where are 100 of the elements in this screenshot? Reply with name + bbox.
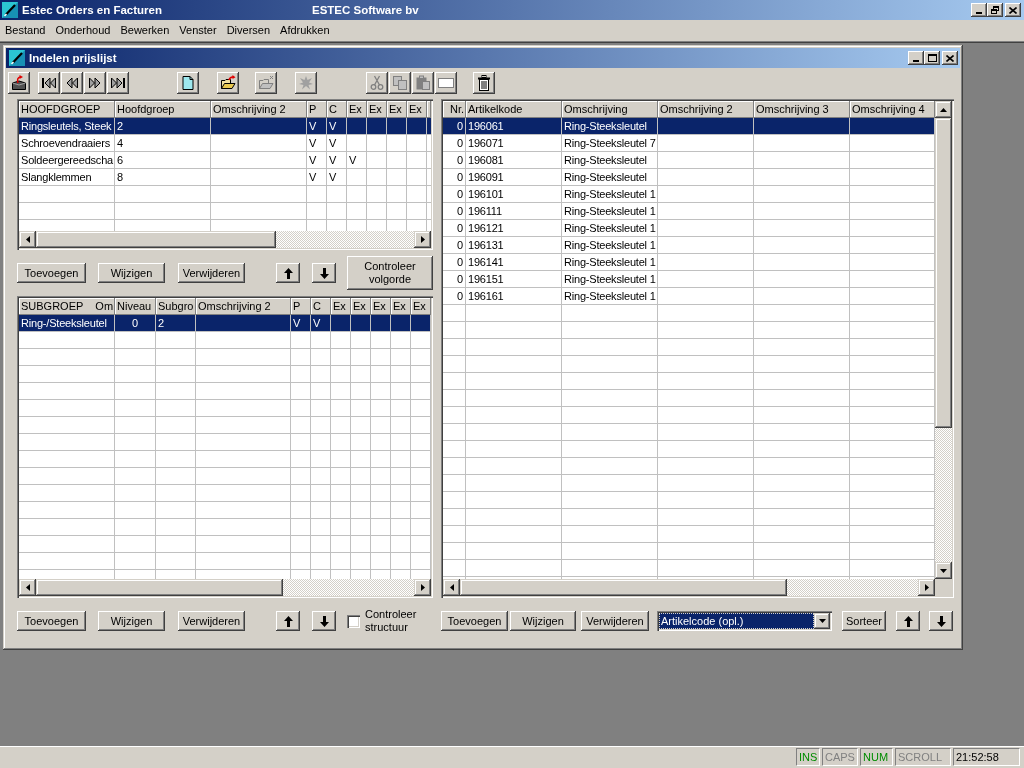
table-row[interactable]: 0 196141 Ring-Steeksleutel 1 bbox=[443, 254, 935, 271]
vertical-scrollbar[interactable] bbox=[935, 101, 952, 579]
sort-button[interactable]: Sorteer bbox=[842, 611, 886, 631]
horizontal-scrollbar[interactable] bbox=[19, 579, 431, 596]
scrollbar-thumb[interactable] bbox=[460, 579, 787, 596]
table-row[interactable]: 0 196131 Ring-Steeksleutel 1 bbox=[443, 237, 935, 254]
restore-icon bbox=[991, 6, 999, 14]
table-row[interactable]: Ring-/Steeksleutel 0 2 V V bbox=[19, 315, 431, 332]
table-cell: Ring-Steeksleutel 1 bbox=[562, 288, 658, 305]
table-row[interactable]: 0 196151 Ring-Steeksleutel 1 bbox=[443, 271, 935, 288]
move-up-button[interactable] bbox=[896, 611, 920, 631]
table-row[interactable]: 0 196101 Ring-Steeksleutel 1 bbox=[443, 186, 935, 203]
table-row[interactable]: 0 196061 Ring-Steeksleutel bbox=[443, 118, 935, 135]
add-button[interactable]: Toevoegen bbox=[17, 611, 86, 631]
trash-icon bbox=[476, 75, 492, 91]
column-header: P bbox=[307, 101, 327, 118]
scrollbar-thumb[interactable] bbox=[36, 579, 283, 596]
horizontal-scrollbar[interactable] bbox=[19, 231, 431, 248]
scroll-right-button[interactable] bbox=[414, 231, 431, 248]
triangle-left-icon bbox=[25, 584, 30, 591]
move-down-button[interactable] bbox=[312, 263, 336, 283]
menu-item[interactable]: Venster bbox=[174, 23, 222, 38]
scroll-up-button[interactable] bbox=[935, 101, 952, 118]
table-cell: 0 bbox=[443, 203, 466, 220]
table-row[interactable]: 0 196091 Ring-Steeksleutel bbox=[443, 169, 935, 186]
table-row[interactable]: Slangklemmen 8 V V bbox=[19, 169, 431, 186]
table-row[interactable]: 0 196161 Ring-Steeksleutel 1 bbox=[443, 288, 935, 305]
column-header: Omschrijving 2 bbox=[211, 101, 307, 118]
table-row[interactable]: Soldeergereedscha 6 V V V bbox=[19, 152, 431, 169]
scroll-right-button[interactable] bbox=[414, 579, 431, 596]
exit-button[interactable] bbox=[8, 72, 30, 94]
check-order-button[interactable]: Controleer volgorde bbox=[347, 256, 433, 290]
delete-button[interactable]: Verwijderen bbox=[178, 611, 245, 631]
column-header: Ex bbox=[371, 298, 391, 315]
table-cell: 2 bbox=[156, 315, 196, 332]
sort-dropdown[interactable]: Artikelcode (opl.) bbox=[657, 611, 832, 631]
delete-button[interactable]: Verwijderen bbox=[581, 611, 649, 631]
dropdown-button[interactable] bbox=[814, 613, 830, 629]
edit-button[interactable]: Wijzigen bbox=[98, 611, 165, 631]
first-button[interactable] bbox=[38, 72, 60, 94]
new-button[interactable] bbox=[177, 72, 199, 94]
move-down-button[interactable] bbox=[929, 611, 953, 631]
table-cell: Ring-Steeksleutel 1 bbox=[562, 237, 658, 254]
close-icon bbox=[946, 54, 954, 62]
table-cell: Ring-/Steeksleutel bbox=[19, 315, 115, 332]
menu-item[interactable]: Afdrukken bbox=[275, 23, 335, 38]
edit-button[interactable]: Wijzigen bbox=[510, 611, 576, 631]
checkbox[interactable] bbox=[347, 614, 360, 628]
horizontal-scrollbar[interactable] bbox=[443, 579, 935, 596]
triangle-right-icon bbox=[420, 236, 425, 243]
table-row[interactable]: Ringsleutels, Steek 2 V V bbox=[19, 118, 431, 135]
restore-button[interactable] bbox=[987, 3, 1003, 17]
next-button[interactable] bbox=[84, 72, 106, 94]
triangle-right-icon bbox=[420, 584, 425, 591]
menu-item[interactable]: Bewerken bbox=[115, 23, 175, 38]
open-button[interactable] bbox=[217, 72, 239, 94]
minimize-button[interactable] bbox=[971, 3, 987, 17]
scroll-left-button[interactable] bbox=[19, 579, 36, 596]
table-cell: Ring-Steeksleutel bbox=[562, 118, 658, 135]
table-row[interactable]: Schroevendraaiers 4 V V bbox=[19, 135, 431, 152]
table-cell: Ring-Steeksleutel bbox=[562, 169, 658, 186]
pen-icon bbox=[9, 50, 25, 66]
checkbox-label[interactable]: Controleer structuur bbox=[365, 608, 417, 634]
table-row[interactable]: 0 196081 Ring-Steeksleutel bbox=[443, 152, 935, 169]
delete-button[interactable]: Verwijderen bbox=[178, 263, 245, 283]
close-icon bbox=[1009, 6, 1017, 14]
edit-button[interactable]: Wijzigen bbox=[98, 263, 165, 283]
maximize-icon bbox=[927, 54, 937, 62]
table-cell: Ring-Steeksleutel 1 bbox=[562, 271, 658, 288]
scrollbar-thumb[interactable] bbox=[935, 118, 952, 428]
add-button[interactable]: Toevoegen bbox=[17, 263, 86, 283]
move-down-button[interactable] bbox=[312, 611, 336, 631]
delete-button[interactable] bbox=[473, 72, 495, 94]
move-up-button[interactable] bbox=[276, 263, 300, 283]
add-button[interactable]: Toevoegen bbox=[441, 611, 508, 631]
scrollbar-thumb[interactable] bbox=[36, 231, 276, 248]
menu-item[interactable]: Diversen bbox=[221, 23, 276, 38]
burst-icon bbox=[298, 75, 314, 91]
table-row[interactable]: 0 196071 Ring-Steeksleutel 7 bbox=[443, 135, 935, 152]
table-row[interactable]: 0 196111 Ring-Steeksleutel 1 bbox=[443, 203, 935, 220]
table-cell: 0 bbox=[443, 135, 466, 152]
close-button[interactable] bbox=[1005, 3, 1021, 17]
maximize-button[interactable] bbox=[924, 51, 940, 65]
arrow-up-icon bbox=[283, 615, 293, 627]
table-cell: V bbox=[327, 118, 347, 135]
scroll-down-button[interactable] bbox=[935, 562, 952, 579]
minimize-button[interactable] bbox=[908, 51, 924, 65]
table-row[interactable]: 0 196121 Ring-Steeksleutel 1 bbox=[443, 220, 935, 237]
close-button[interactable] bbox=[942, 51, 958, 65]
scroll-right-button[interactable] bbox=[918, 579, 935, 596]
fast-forward-icon bbox=[87, 75, 103, 91]
previous-button[interactable] bbox=[61, 72, 83, 94]
scroll-left-button[interactable] bbox=[19, 231, 36, 248]
menu-item[interactable]: Bestand bbox=[0, 23, 51, 38]
menu-item[interactable]: Onderhoud bbox=[50, 23, 116, 38]
last-button[interactable] bbox=[107, 72, 129, 94]
scroll-left-button[interactable] bbox=[443, 579, 460, 596]
move-up-button[interactable] bbox=[276, 611, 300, 631]
table-cell: V bbox=[311, 315, 331, 332]
triangle-left-icon bbox=[449, 584, 454, 591]
